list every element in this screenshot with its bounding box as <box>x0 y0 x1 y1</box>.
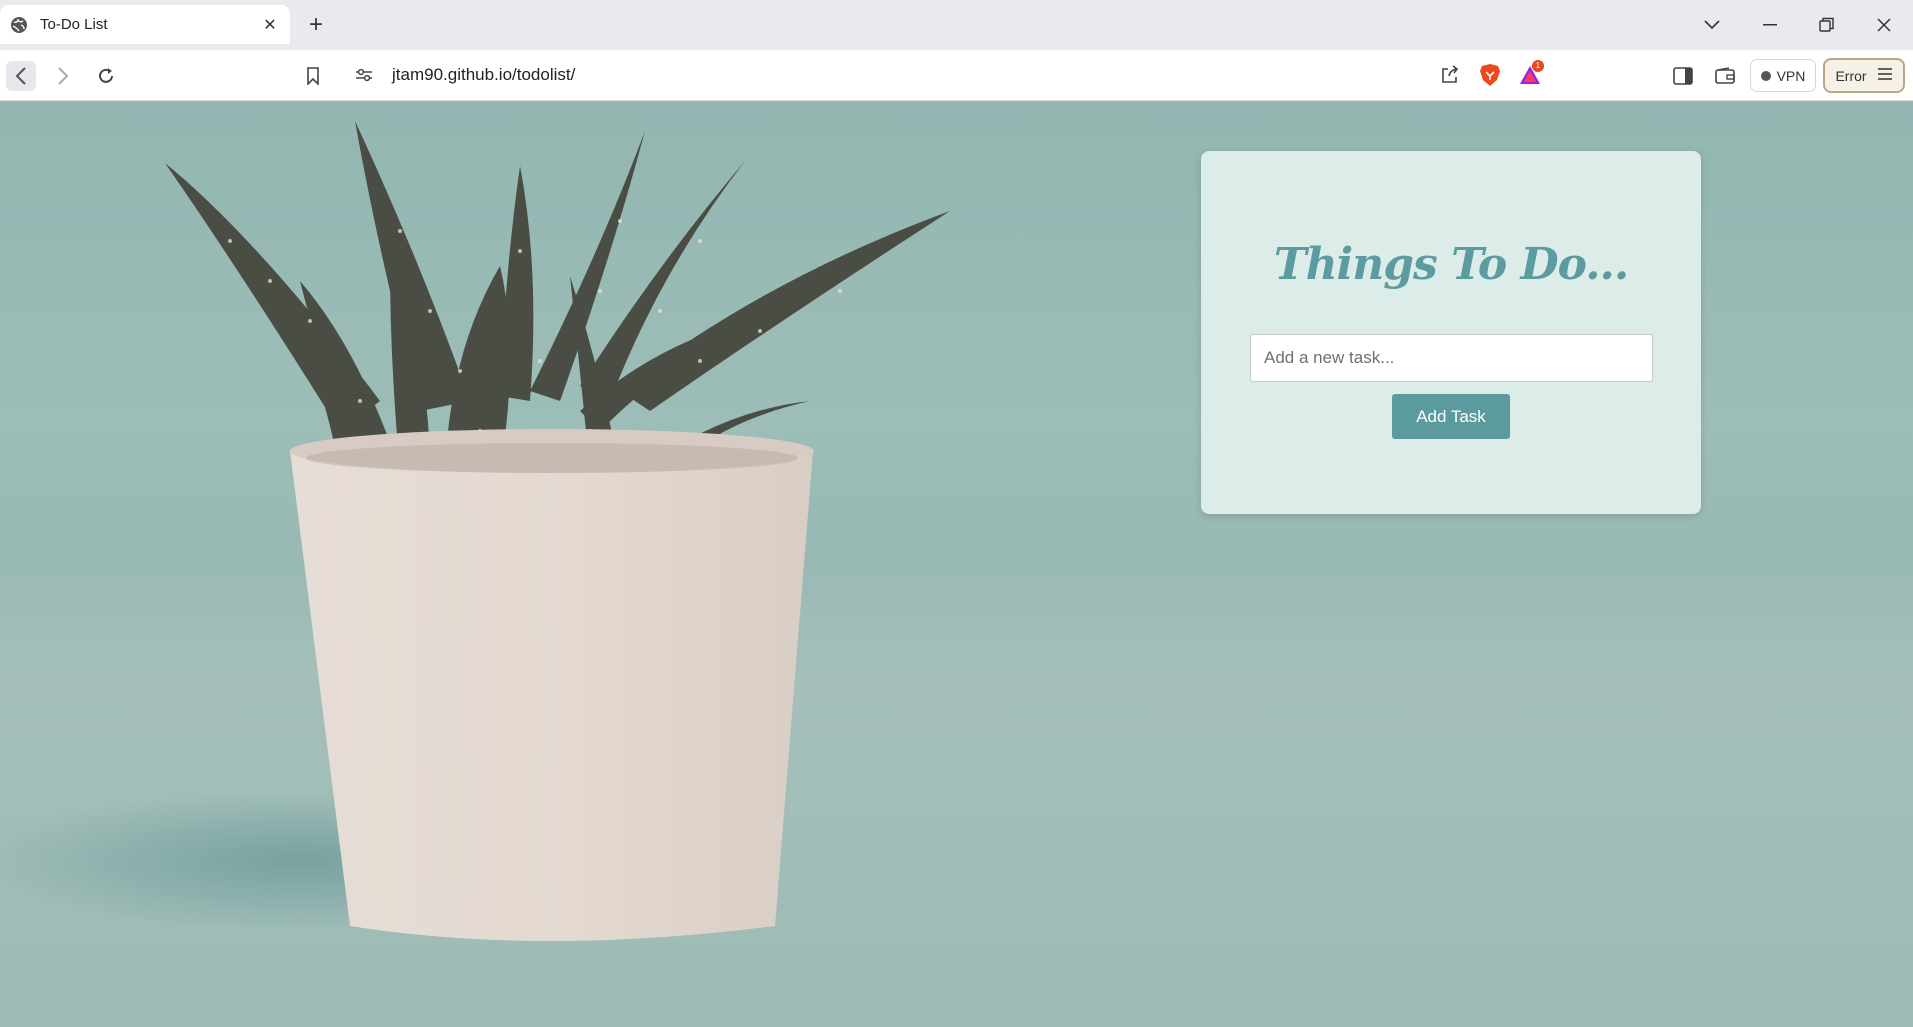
todo-card: Things To Do... Add Task <box>1201 151 1701 514</box>
bookmark-icon[interactable] <box>300 63 326 89</box>
minimize-icon[interactable] <box>1757 12 1783 38</box>
share-icon[interactable] <box>1430 60 1470 90</box>
hamburger-menu-icon <box>1877 67 1893 84</box>
vpn-label: VPN <box>1776 67 1806 84</box>
error-menu-button[interactable]: Error <box>1823 58 1905 93</box>
tab-title: To-Do List <box>40 16 108 33</box>
tab-todo-list[interactable]: To-Do List ✕ <box>0 5 290 44</box>
rewards-badge: 1 <box>1532 60 1544 72</box>
sidebar-toggle-icon[interactable] <box>1668 61 1698 91</box>
vpn-button[interactable]: VPN <box>1750 59 1816 92</box>
aloe-plant-pot-background-image <box>0 121 950 941</box>
globe-icon <box>10 16 28 34</box>
brave-rewards-icon[interactable]: 1 <box>1510 60 1550 90</box>
close-window-icon[interactable] <box>1871 12 1897 38</box>
site-settings-icon[interactable] <box>344 67 384 83</box>
reload-button[interactable] <box>91 61 121 91</box>
browser-toolbar: jtam90.github.io/todolist/ 1 VPN Error <box>0 50 1913 101</box>
back-button[interactable] <box>6 61 36 91</box>
restore-icon[interactable] <box>1814 12 1840 38</box>
close-tab-icon[interactable]: ✕ <box>260 15 280 35</box>
todo-page: Things To Do... Add Task <box>0 101 1913 1027</box>
url-text[interactable]: jtam90.github.io/todolist/ <box>392 65 1430 85</box>
error-label: Error <box>1835 67 1867 84</box>
brave-shields-icon[interactable] <box>1470 60 1510 90</box>
new-tab-button[interactable]: + <box>303 12 329 38</box>
wallet-icon[interactable] <box>1710 61 1740 91</box>
address-bar[interactable]: jtam90.github.io/todolist/ 1 <box>344 56 1550 94</box>
tab-strip: To-Do List ✕ + <box>0 0 1913 50</box>
tab-search-chevron-icon[interactable] <box>1699 12 1725 38</box>
vpn-status-icon <box>1760 70 1771 81</box>
new-task-input[interactable] <box>1250 334 1653 382</box>
add-task-button[interactable]: Add Task <box>1392 394 1510 439</box>
forward-button[interactable] <box>48 61 78 91</box>
todo-title: Things To Do... <box>1273 239 1629 290</box>
